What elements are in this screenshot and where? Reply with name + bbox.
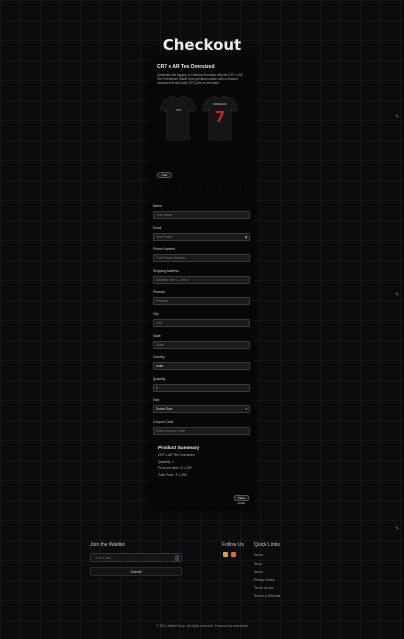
shirt-back-number: 7	[215, 108, 225, 126]
summary-line: Total Price: ₹ 1,299	[158, 472, 187, 477]
field-label: State	[153, 333, 161, 338]
input-text: State	[156, 342, 164, 347]
field-label: Country	[153, 355, 165, 360]
waitlist-placeholder: Your Email	[95, 556, 111, 560]
input-text: Select Size	[156, 407, 173, 412]
pincode-input[interactable]: Pincode	[153, 297, 250, 306]
quick-link[interactable]: Terms of Use	[254, 586, 273, 590]
field-label: Coupon Code	[153, 420, 174, 424]
coupon-code-input[interactable]: Enter Coupon Code	[153, 427, 250, 435]
field-label: Phone Number	[153, 247, 176, 252]
follow-title: Follow Us	[222, 542, 244, 548]
city-input[interactable]: City	[153, 319, 250, 327]
field-label: Name	[153, 204, 162, 208]
quick-links-title: Quick Links	[254, 542, 280, 548]
shirt-back-image: RONALDO 7	[201, 95, 239, 141]
input-text: Enter Coupon Code	[156, 429, 186, 433]
field-label: Pincode	[153, 290, 165, 295]
quick-link[interactable]: Privacy Policy	[254, 578, 275, 582]
field-label: Quantity	[153, 376, 166, 381]
country-input[interactable]: India	[153, 362, 250, 371]
autofill-icon[interactable]	[175, 555, 179, 561]
product-name: CR7 x AR Tee Oversized	[157, 64, 215, 70]
quick-link[interactable]: About	[254, 570, 263, 574]
field-label: City	[153, 312, 159, 316]
form-field: Email Your Email ▮	[153, 226, 250, 241]
quick-link[interactable]: Home	[254, 553, 263, 557]
social-icon[interactable]	[231, 552, 236, 557]
edit-icon[interactable]: ✎	[395, 292, 399, 298]
quick-link[interactable]: Return & Refunds	[254, 594, 280, 598]
summary-title: Product Summary	[158, 446, 200, 451]
place-order-button[interactable]: Place Order	[234, 495, 249, 505]
size-input[interactable]: Select Size ▾	[153, 405, 250, 414]
input-text: 1	[156, 385, 158, 390]
input-text: Pincode	[156, 299, 168, 304]
form-field: Pincode Pincode	[153, 290, 250, 306]
form-field: State State	[153, 334, 250, 349]
shipping-address-input[interactable]: Address Line 1, Line 2	[153, 275, 250, 284]
state-input[interactable]: State	[153, 340, 250, 349]
field-label: Email	[153, 225, 162, 230]
product-summary: Product Summary CR7 x AR Tee Oversized Q…	[158, 446, 248, 477]
phone-number-input[interactable]: Your Phone Number	[153, 254, 250, 263]
form-field: Size Select Size ▾	[153, 398, 250, 414]
add-button[interactable]: Add	[157, 172, 172, 178]
shirt-back-name: RONALDO	[213, 102, 226, 106]
waitlist-title: Join the Waitlist	[90, 542, 125, 548]
input-text: City	[156, 321, 162, 325]
product-description: Celebrate the legacy of Cristiano Ronald…	[157, 73, 243, 86]
summary-line: CR7 x AR Tee Oversized	[158, 453, 195, 458]
email-input[interactable]: Your Email ▮	[153, 232, 250, 241]
edit-icon[interactable]: ✎	[395, 114, 399, 120]
chevron-down-icon[interactable]: ▾	[245, 406, 247, 413]
waitlist-email-input[interactable]: Your Email	[90, 553, 182, 562]
input-text: Your Email	[156, 234, 172, 239]
social-icon[interactable]	[223, 552, 228, 557]
name-input[interactable]: Your Name	[153, 211, 250, 219]
quick-link[interactable]: Shop	[254, 562, 262, 566]
form-field: Country India	[153, 355, 250, 371]
quantity-input[interactable]: 1	[153, 383, 250, 392]
page-title: Checkout	[162, 36, 242, 54]
product-image: CR7 RONALDO 7	[156, 94, 246, 144]
shirt-images: CR7 RONALDO 7	[159, 95, 239, 141]
field-label: Shipping Address	[153, 268, 179, 273]
form-field: City City	[153, 312, 250, 327]
checkout-form: Product Summary CR7 x AR Tee Oversized Q…	[150, 192, 253, 508]
submit-button[interactable]: Submit	[90, 567, 182, 576]
edit-icon[interactable]: ✎	[395, 526, 399, 532]
form-field: Shipping Address Address Line 1, Line 2	[153, 269, 250, 284]
svg-text:CR7: CR7	[176, 108, 182, 112]
product-card: CR7 x AR Tee Oversized Celebrate the leg…	[150, 58, 253, 184]
copyright: © 2024 Wallet Drop. All rights reserved.…	[156, 624, 248, 628]
form-field: Phone Number Your Phone Number	[153, 247, 250, 263]
form-field: Name Your Name	[153, 204, 250, 219]
input-text: Your Name	[156, 213, 173, 217]
form-field: Quantity 1	[153, 377, 250, 392]
input-text: Your Phone Number	[156, 256, 186, 261]
input-text: Address Line 1, Line 2	[156, 277, 189, 282]
shirt-front-image: CR7	[159, 95, 197, 141]
summary-line: Quantity: 1	[158, 459, 174, 464]
summary-line: Price per item: ₹ 1,299	[158, 466, 192, 471]
field-label: Size	[153, 398, 160, 403]
form-field: Coupon Code Enter Coupon Code	[153, 420, 250, 435]
autofill-icon[interactable]: ▮	[245, 234, 247, 241]
input-text: India	[156, 364, 164, 369]
